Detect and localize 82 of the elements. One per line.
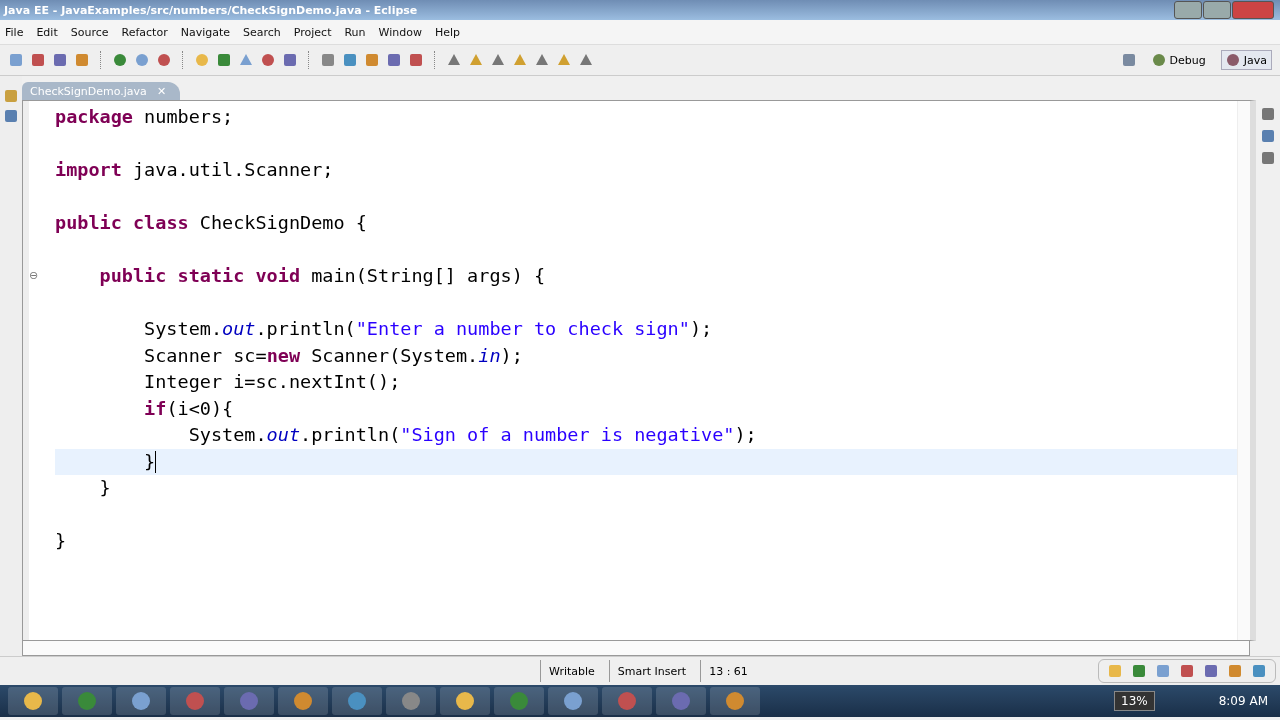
code-line: package numbers;: [55, 105, 234, 129]
toolbar-icon[interactable]: [134, 52, 150, 68]
menu-item[interactable]: Refactor: [116, 25, 176, 39]
menu-item[interactable]: Project: [288, 25, 340, 39]
toolbar-icon[interactable]: [386, 52, 402, 68]
toolbar-icon[interactable]: [1120, 52, 1137, 68]
taskbar-app-icon[interactable]: [710, 687, 760, 715]
toolbar-icon[interactable]: [1203, 663, 1219, 679]
toolbar-icon[interactable]: [1155, 663, 1171, 679]
close-button[interactable]: [1232, 1, 1274, 19]
code-line: public static void main(String[] args) {: [99, 264, 546, 288]
perspective-icon: [1151, 53, 1166, 67]
code-line: }: [99, 476, 111, 500]
toolbar-icon[interactable]: [446, 52, 462, 68]
code-line: Integer i=sc.nextInt();: [144, 370, 401, 394]
toolbar-icon[interactable]: [342, 52, 358, 68]
toolbar-icon[interactable]: [364, 52, 380, 68]
code-line: System.out.println("Sign of a number is negative");: [188, 423, 757, 447]
menu-item[interactable]: Edit: [31, 25, 66, 39]
toolbar-icon[interactable]: [8, 52, 24, 68]
menu-item[interactable]: Search: [238, 25, 289, 39]
window-title: Java EE - JavaExamples/src/numbers/CheckSignDemo.java - Eclipse: [4, 3, 418, 17]
toolbar-icon[interactable]: [534, 52, 550, 68]
toolbar-icon[interactable]: [1260, 106, 1276, 122]
taskbar-app-icon[interactable]: [332, 687, 382, 715]
code-line: }: [55, 529, 67, 553]
toolbar-icon[interactable]: [156, 52, 172, 68]
status-writable: Writable: [540, 660, 609, 682]
toolbar-icon[interactable]: [260, 52, 276, 68]
toolbar-icon[interactable]: [30, 52, 46, 68]
battery-indicator: 13%: [1114, 691, 1155, 711]
menu-item[interactable]: File: [0, 25, 32, 39]
toolbar-icon[interactable]: [408, 52, 424, 68]
toolbar-icon[interactable]: [3, 108, 19, 124]
toolbar-icon[interactable]: [282, 52, 298, 68]
taskbar-app-icon[interactable]: [440, 687, 490, 715]
toolbar-icon[interactable]: [1131, 663, 1147, 679]
toolbar-icon[interactable]: [1260, 150, 1276, 166]
menu-item[interactable]: Source: [65, 25, 117, 39]
status-insert-mode: Smart Insert: [608, 660, 701, 682]
toolbar-icon[interactable]: [238, 52, 254, 68]
toolbar-icon[interactable]: [1251, 663, 1267, 679]
toolbar-icon[interactable]: [556, 52, 572, 68]
minimize-button[interactable]: [1174, 1, 1202, 19]
menu-item[interactable]: Help: [429, 25, 468, 39]
taskbar-app-icon[interactable]: [494, 687, 544, 715]
code-line: Scanner sc=new Scanner(System.in);: [144, 343, 523, 368]
fold-icon[interactable]: ⊖: [29, 269, 39, 282]
code-line: public class CheckSignDemo {: [55, 211, 367, 235]
taskbar-app-icon[interactable]: [62, 687, 112, 715]
status-position: 13 : 61: [700, 660, 762, 682]
toolbar-icon[interactable]: [112, 52, 128, 68]
maximize-button[interactable]: [1203, 1, 1231, 19]
code-line: System.out.println("Enter a number to check sign");: [144, 317, 713, 341]
code-line: }: [144, 449, 156, 474]
taskbar-app-icon[interactable]: [116, 687, 166, 715]
text-cursor: [155, 450, 157, 473]
taskbar-app-icon[interactable]: [278, 687, 328, 715]
taskbar-app-icon[interactable]: [386, 687, 436, 715]
taskbar-app-icon[interactable]: [548, 687, 598, 715]
toolbar-icon[interactable]: [512, 52, 528, 68]
toolbar-icon[interactable]: [216, 52, 232, 68]
perspective-icon: [1225, 53, 1240, 67]
code-line: import java.util.Scanner;: [55, 158, 334, 182]
toolbar-icon[interactable]: [490, 52, 506, 68]
menu-item[interactable]: Run: [339, 25, 374, 39]
toolbar-icon[interactable]: [578, 52, 594, 68]
toolbar-icon[interactable]: [74, 52, 90, 68]
toolbar-icon[interactable]: [320, 52, 336, 68]
clock: 8:09 AM: [1217, 694, 1269, 708]
toolbar-icon[interactable]: [468, 52, 484, 68]
menu-item[interactable]: Navigate: [175, 25, 238, 39]
toolbar-icon[interactable]: [1227, 663, 1243, 679]
perspective-button[interactable]: Java: [1220, 50, 1272, 70]
taskbar-app-icon[interactable]: [8, 687, 58, 715]
perspective-button[interactable]: Debug: [1146, 50, 1211, 70]
code-line: if(i<0){: [144, 396, 234, 421]
toolbar-icon[interactable]: [3, 88, 19, 104]
menu-item[interactable]: Window: [373, 25, 430, 39]
toolbar-icon[interactable]: [1179, 663, 1195, 679]
toolbar-icon[interactable]: [52, 52, 68, 68]
toolbar-icon[interactable]: [1260, 128, 1276, 144]
